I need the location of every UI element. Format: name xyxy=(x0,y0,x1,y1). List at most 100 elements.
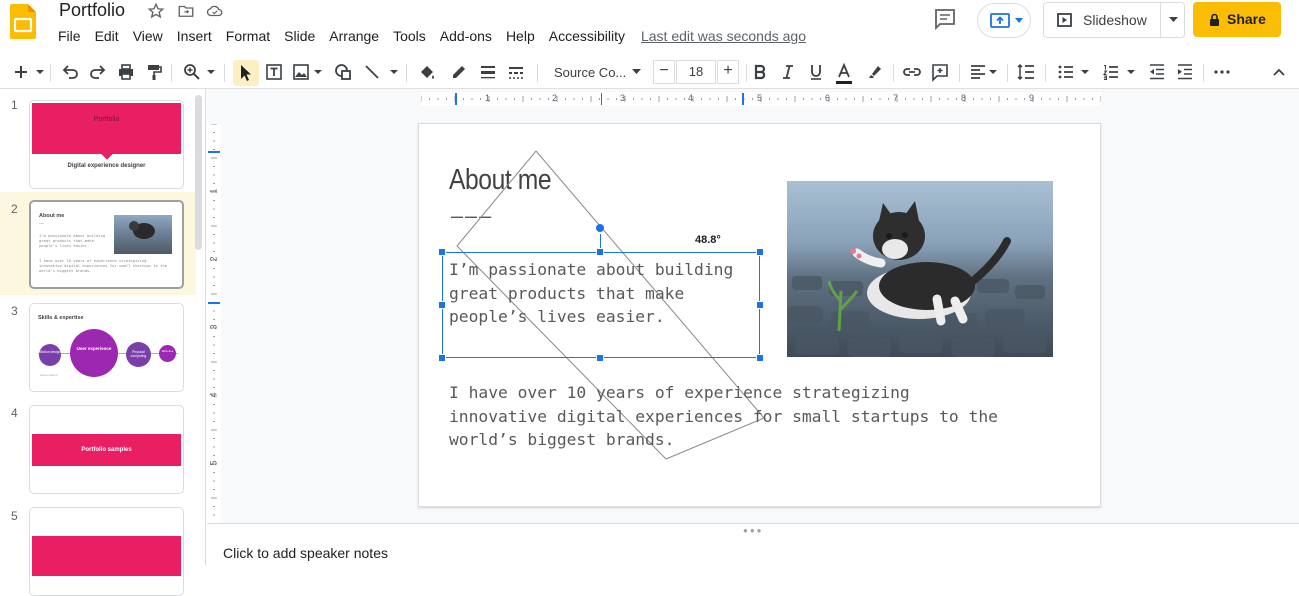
speaker-notes-placeholder[interactable]: Click to add speaker notes xyxy=(223,545,388,561)
filmstrip-slide-4[interactable]: 4 Portfolio samples xyxy=(0,398,196,501)
select-tool-button[interactable] xyxy=(233,60,259,86)
ruler-label: 3 xyxy=(620,93,626,103)
last-edit-link[interactable]: Last edit was seconds ago xyxy=(641,27,806,47)
resize-handle-se[interactable] xyxy=(756,354,764,362)
numbering-chevron-icon[interactable] xyxy=(1126,62,1136,82)
slide-thumbnail[interactable] xyxy=(29,507,184,596)
menu-tools[interactable]: Tools xyxy=(393,27,426,47)
menu-edit[interactable]: Edit xyxy=(95,27,119,47)
resize-handle-s[interactable] xyxy=(596,354,604,362)
image-chevron-icon[interactable] xyxy=(313,62,323,82)
speaker-notes-panel[interactable]: ●●● Click to add speaker notes xyxy=(207,523,1299,565)
resize-handle-ne[interactable] xyxy=(756,248,764,256)
cloud-saved-icon[interactable] xyxy=(206,2,224,20)
filmstrip-slide-1[interactable]: 1 Portfolio Digital experience designer xyxy=(0,89,196,192)
cursor-arrow-icon xyxy=(241,65,251,81)
slide-thumbnail[interactable]: Portfolio samples xyxy=(29,405,184,494)
bullets-chevron-icon[interactable] xyxy=(1080,62,1090,82)
selection-frame[interactable] xyxy=(442,252,760,358)
text-box-icon[interactable] xyxy=(264,62,284,82)
align-chevron-icon[interactable] xyxy=(988,62,998,82)
redo-icon[interactable] xyxy=(88,62,108,82)
resize-handle-w[interactable] xyxy=(438,301,446,309)
slide-thumbnail[interactable]: Skills & expertise Motion design User ex… xyxy=(29,303,184,392)
highlight-color-icon[interactable] xyxy=(864,62,884,82)
menu-help[interactable]: Help xyxy=(506,27,535,47)
paint-format-icon[interactable] xyxy=(144,62,164,82)
kitten-photo[interactable] xyxy=(787,181,1053,357)
slideshow-button[interactable]: Slideshow xyxy=(1044,3,1161,37)
filmstrip-slide-3[interactable]: 3 Skills & expertise Motion design User … xyxy=(0,295,196,398)
border-dash-icon[interactable] xyxy=(506,62,526,82)
share-button[interactable]: Share xyxy=(1193,2,1281,37)
menu-insert[interactable]: Insert xyxy=(177,27,212,47)
menu-accessibility[interactable]: Accessibility xyxy=(549,27,625,47)
line-chevron-icon[interactable] xyxy=(389,62,399,82)
bulleted-list-icon[interactable] xyxy=(1056,62,1076,82)
underline-icon[interactable] xyxy=(806,62,826,82)
filmstrip-slide-5[interactable]: 5 xyxy=(0,501,196,596)
line-icon[interactable] xyxy=(362,62,382,82)
more-options-icon[interactable] xyxy=(1212,62,1232,82)
current-slide[interactable]: About me ——— I’m passionate about buildi… xyxy=(418,123,1101,507)
notes-resize-grip[interactable]: ●●● xyxy=(743,526,764,535)
undo-icon[interactable] xyxy=(60,62,80,82)
formatting-toolbar: Source Co... − 18 + xyxy=(0,56,1299,89)
toolbar-divider xyxy=(746,64,747,82)
menu-format[interactable]: Format xyxy=(226,27,270,47)
menu-view[interactable]: View xyxy=(133,27,163,47)
text-color-icon[interactable] xyxy=(834,62,854,86)
zoom-chevron-icon[interactable] xyxy=(206,62,216,82)
menu-slide[interactable]: Slide xyxy=(284,27,315,47)
menu-bar: File Edit View Insert Format Slide Arran… xyxy=(58,27,820,47)
menu-add-ons[interactable]: Add-ons xyxy=(440,27,492,47)
comment-history-icon[interactable] xyxy=(933,8,957,30)
font-size-input[interactable]: 18 xyxy=(676,60,716,84)
zoom-icon[interactable] xyxy=(182,62,202,82)
resize-handle-e[interactable] xyxy=(756,301,764,309)
slide-thumbnail-selected[interactable]: About me --- I'm passionate about buildi… xyxy=(29,200,184,289)
slideshow-options-chevron-icon[interactable] xyxy=(1169,17,1178,23)
increase-indent-icon[interactable] xyxy=(1175,62,1195,82)
menu-file[interactable]: File xyxy=(58,27,81,47)
slides-logo-icon[interactable] xyxy=(10,4,36,39)
fill-color-icon[interactable] xyxy=(417,62,437,82)
resize-handle-nw[interactable] xyxy=(438,248,446,256)
horizontal-ruler[interactable]: 1 2 3 4 5 6 7 8 9 xyxy=(421,92,1101,106)
decrease-indent-icon[interactable] xyxy=(1147,62,1167,82)
slide-number: 3 xyxy=(11,304,18,318)
vertical-ruler[interactable]: 1 2 3 4 5 xyxy=(207,124,221,524)
font-size-decrease-button[interactable]: − xyxy=(653,60,675,84)
insert-image-icon[interactable] xyxy=(291,62,311,82)
new-slide-chevron-icon[interactable] xyxy=(35,62,45,82)
print-icon[interactable] xyxy=(116,62,136,82)
slide-editor-canvas: 1 2 3 4 5 6 7 8 9 1 2 3 4 5 About me ——— xyxy=(207,89,1299,524)
insert-link-icon[interactable] xyxy=(902,62,922,82)
bold-icon[interactable] xyxy=(750,62,770,82)
numbered-list-icon[interactable] xyxy=(1101,62,1121,82)
new-slide-plus-icon[interactable] xyxy=(11,62,31,82)
resize-handle-sw[interactable] xyxy=(438,354,446,362)
font-family-select[interactable]: Source Co... xyxy=(548,60,646,84)
present-to-meeting-button[interactable] xyxy=(977,3,1031,38)
resize-handle-n[interactable] xyxy=(596,248,604,256)
filmstrip-slide-2[interactable]: 2 About me --- I'm passionate about buil… xyxy=(0,192,196,295)
collapse-chevron-up-icon[interactable] xyxy=(1269,62,1289,82)
filmstrip-scrollbar[interactable] xyxy=(195,95,202,250)
experience-text-box[interactable]: I have over 10 years of experience strat… xyxy=(449,381,998,452)
menu-arrange[interactable]: Arrange xyxy=(329,27,379,47)
border-color-icon[interactable] xyxy=(449,62,469,82)
align-left-icon[interactable] xyxy=(968,62,988,82)
shape-icon[interactable] xyxy=(333,62,353,82)
star-icon[interactable] xyxy=(147,2,165,20)
italic-icon[interactable] xyxy=(778,62,798,82)
line-spacing-icon[interactable] xyxy=(1016,62,1036,82)
add-comment-icon[interactable] xyxy=(930,62,950,82)
rotate-handle[interactable] xyxy=(596,224,604,232)
move-to-folder-icon[interactable] xyxy=(177,2,195,20)
border-weight-icon[interactable] xyxy=(478,62,498,82)
document-title[interactable]: Portfolio xyxy=(59,0,125,21)
ruler-label: 1 xyxy=(485,93,491,103)
slide-thumbnail[interactable]: Portfolio Digital experience designer xyxy=(29,100,184,189)
font-size-increase-button[interactable]: + xyxy=(717,60,739,84)
